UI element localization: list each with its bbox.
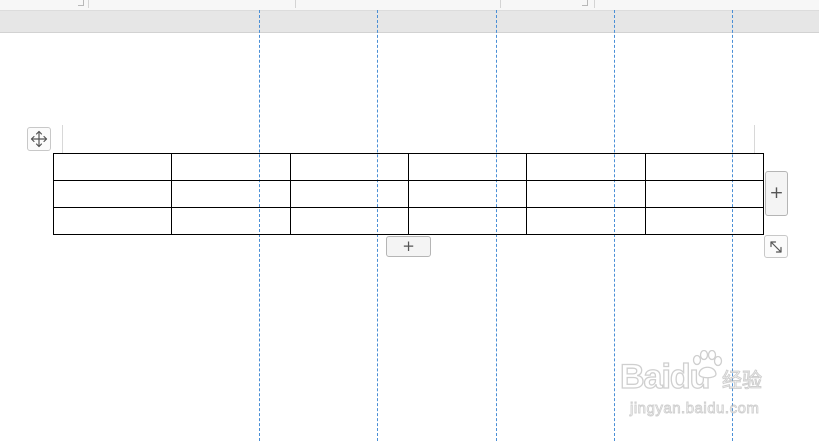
add-column-button[interactable]: + [765,171,788,216]
table-cell[interactable] [171,180,291,208]
table-cell[interactable] [644,153,765,181]
table-cell[interactable] [644,180,765,208]
add-row-button[interactable]: + [386,236,431,257]
document-table[interactable] [52,153,765,235]
table-row [52,180,765,208]
table-cell[interactable] [52,153,173,181]
table-cell[interactable] [289,180,409,208]
paw-icon [692,350,723,379]
move-arrows-icon [30,130,48,148]
table-cell[interactable] [407,153,528,181]
table-move-handle[interactable] [27,127,51,151]
watermark-url: jingyan.baidu.com [630,400,760,418]
table-cell[interactable] [289,153,409,181]
page-gap [0,11,819,33]
ribbon-separator [88,0,89,8]
ribbon-separator [500,0,501,8]
ribbon-separator [295,0,296,8]
dialog-launcher-icon[interactable] [582,0,588,6]
baidu-jingyan-watermark: Baidu 经验 jingyan.baidu.com [619,350,790,430]
table-cell[interactable] [407,180,528,208]
table-cell[interactable] [52,207,173,235]
margin-crop-mark [754,125,755,153]
table-cell[interactable] [526,180,646,208]
table-cell[interactable] [644,207,765,235]
margin-crop-mark [62,125,63,153]
table-cell[interactable] [52,180,173,208]
table-cell[interactable] [526,207,646,235]
table-cell[interactable] [289,207,409,235]
table-row [52,207,765,235]
resize-diagonal-icon [770,241,782,253]
ribbon-bottom-edge [0,0,819,11]
watermark-logo-suffix: 经验 [722,368,763,393]
ribbon-separator [594,0,595,8]
table-cell[interactable] [171,207,291,235]
dialog-launcher-icon[interactable] [78,0,84,6]
table-cell[interactable] [171,153,291,181]
table-row [52,153,765,181]
table-cell[interactable] [407,207,528,235]
table-cell[interactable] [526,153,646,181]
table-resize-handle[interactable] [764,235,788,258]
